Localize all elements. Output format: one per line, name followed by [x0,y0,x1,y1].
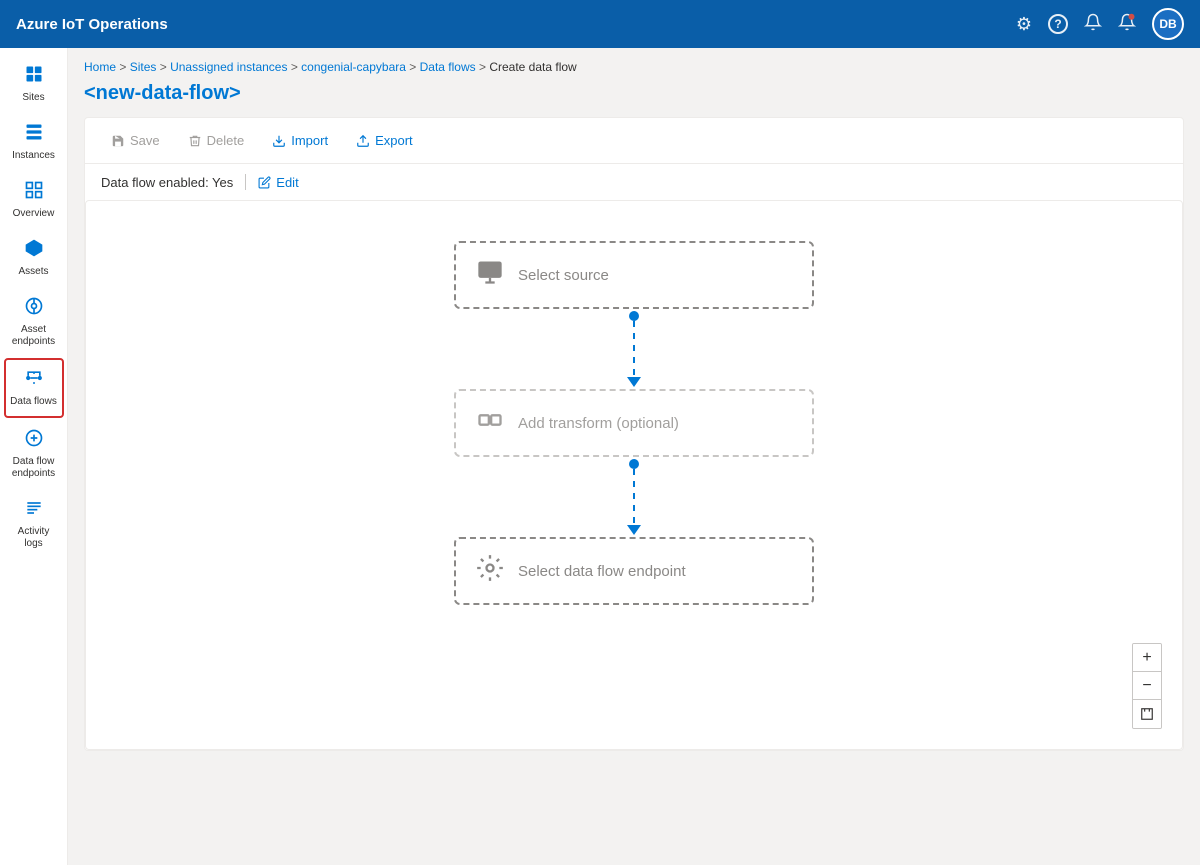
sidebar-item-sites-label: Sites [22,92,44,104]
main-content: Home > Sites > Unassigned instances > co… [68,48,1200,865]
assets-icon [24,238,44,263]
destination-node-icon [476,554,504,589]
sidebar-item-data-flows[interactable]: Data flows [4,358,64,418]
edit-icon [258,176,271,189]
sidebar-item-overview[interactable]: Overview [4,172,64,228]
sidebar-item-df-endpoints-label: Data flow endpoints [8,456,60,480]
sidebar-item-instances[interactable]: Instances [4,114,64,170]
breadcrumb-current: Create data flow [489,60,576,74]
source-node-icon [476,258,504,293]
sidebar-item-activity-logs-label: Activity logs [8,526,60,550]
connector-arrow-2 [627,525,641,535]
instances-icon [24,122,44,147]
save-button[interactable]: Save [101,128,170,153]
transform-node[interactable]: Add transform (optional) [454,389,814,457]
sites-icon [24,64,44,89]
source-node-label: Select source [518,267,609,284]
source-node[interactable]: Select source [454,241,814,309]
transform-node-icon [476,406,504,441]
activity-logs-icon [24,498,44,523]
flow-canvas: Select source Add transform (optional) [85,200,1183,750]
topbar-icons: ? DB [1016,8,1184,40]
sidebar-item-assets[interactable]: Assets [4,230,64,286]
breadcrumb-sites[interactable]: Sites [130,60,157,74]
zoom-out-button[interactable]: − [1133,672,1161,700]
sidebar-item-instances-label: Instances [12,150,55,162]
sidebar-item-sites[interactable]: Sites [4,56,64,112]
connector-line-1 [633,321,635,377]
connector-1 [627,309,641,389]
edit-button[interactable]: Edit [258,175,298,190]
save-icon [111,134,125,148]
sidebar-item-assets-label: Assets [18,266,48,278]
toolbar-card: Save Delete Import Export Data flow enab… [84,117,1184,751]
destination-node[interactable]: Select data flow endpoint [454,537,814,605]
main-layout: Sites Instances Overview Assets [0,48,1200,865]
page-title: <new-data-flow> [84,82,1184,105]
overview-icon [24,180,44,205]
sidebar-item-data-flows-label: Data flows [10,396,57,408]
sidebar-item-overview-label: Overview [13,208,55,220]
help-icon[interactable]: ? [1048,14,1068,34]
sidebar-item-df-endpoints[interactable]: Data flow endpoints [4,420,64,488]
data-flows-icon [24,368,44,393]
avatar[interactable]: DB [1152,8,1184,40]
export-icon [356,134,370,148]
import-icon [272,134,286,148]
app-title: Azure IoT Operations [16,16,1016,33]
enabled-bar: Data flow enabled: Yes Edit [85,164,1183,200]
asset-endpoints-icon [24,296,44,321]
breadcrumb-unassigned[interactable]: Unassigned instances [170,60,287,74]
breadcrumb-home[interactable]: Home [84,60,116,74]
transform-node-label: Add transform (optional) [518,415,679,432]
flow-container: Select source Add transform (optional) [106,221,1162,605]
notification-icon[interactable] [1084,13,1102,36]
zoom-fit-button[interactable] [1133,700,1161,728]
destination-node-label: Select data flow endpoint [518,563,686,580]
alert-icon[interactable] [1118,13,1136,36]
divider [245,174,246,190]
connector-line-2 [633,469,635,525]
df-endpoints-icon [24,428,44,453]
topbar: Azure IoT Operations ? DB [0,0,1200,48]
sidebar-item-asset-endpoints-label: Asset endpoints [8,324,60,348]
breadcrumb-instance[interactable]: congenial-capybara [301,60,406,74]
import-button[interactable]: Import [262,128,338,153]
breadcrumb: Home > Sites > Unassigned instances > co… [84,60,1184,74]
connector-arrow-1 [627,377,641,387]
connector-dot-1 [629,311,639,321]
settings-icon[interactable] [1016,14,1032,35]
toolbar: Save Delete Import Export [85,118,1183,164]
delete-button[interactable]: Delete [178,128,255,153]
sidebar-item-asset-endpoints[interactable]: Asset endpoints [4,288,64,356]
flow-status-text: Data flow enabled: Yes [101,175,233,190]
sidebar-item-activity-logs[interactable]: Activity logs [4,490,64,558]
zoom-controls: + − [1132,643,1162,729]
zoom-in-button[interactable]: + [1133,644,1161,672]
delete-icon [188,134,202,148]
connector-2 [627,457,641,537]
sidebar: Sites Instances Overview Assets [0,48,68,865]
connector-dot-2 [629,459,639,469]
breadcrumb-dataflows[interactable]: Data flows [420,60,476,74]
export-button[interactable]: Export [346,128,423,153]
